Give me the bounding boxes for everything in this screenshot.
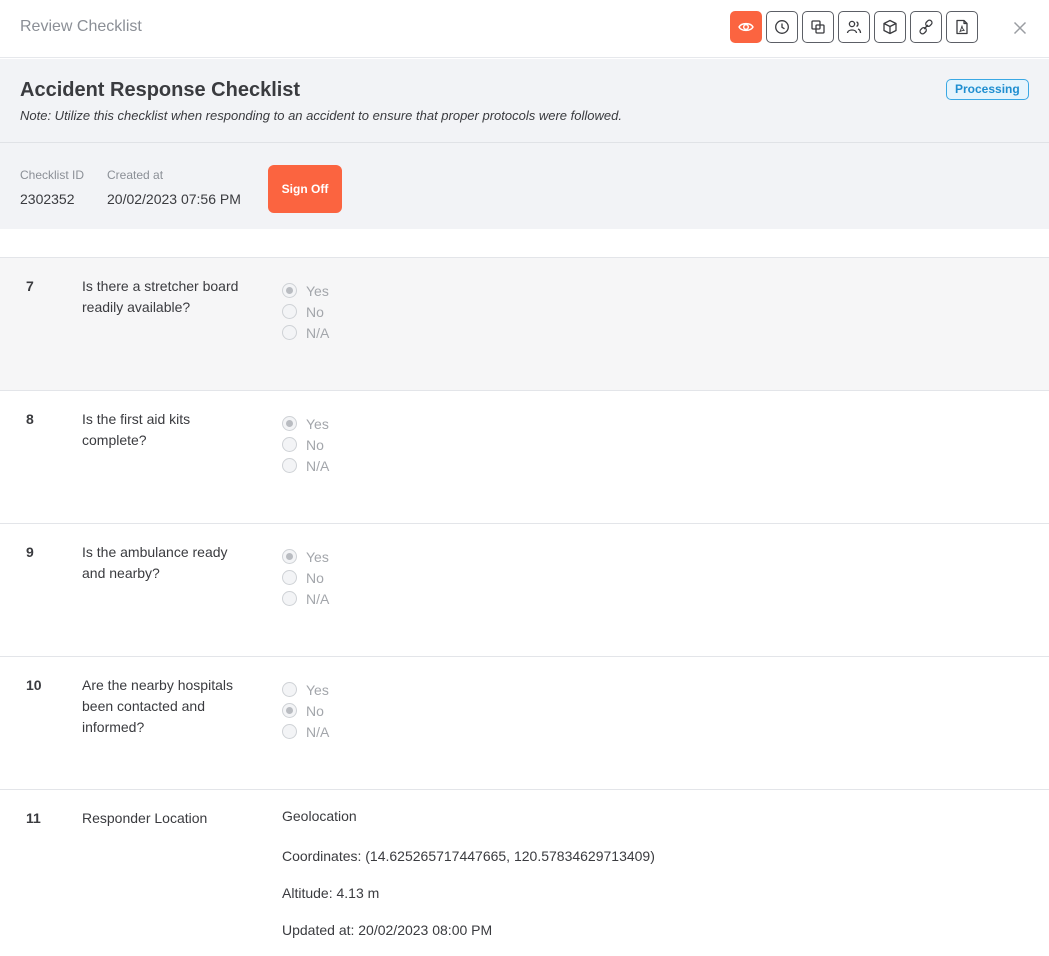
geolocation-heading: Geolocation [282, 808, 357, 824]
duplicate-button[interactable] [802, 11, 834, 43]
coordinates-value: Coordinates: (14.625265717447665, 120.57… [282, 848, 655, 864]
question-text: Is the first aid kits complete? [82, 411, 191, 448]
radio-button[interactable] [282, 325, 297, 340]
link-icon [919, 19, 933, 35]
box-icon [883, 19, 897, 35]
checklist-id-label: Checklist ID [20, 168, 85, 182]
created-at-value: 20/02/2023 07:56 PM [107, 191, 241, 207]
option-yes[interactable]: Yes [282, 413, 329, 434]
question-number: 8 [26, 411, 34, 427]
option-label: No [306, 436, 324, 453]
checklist-row: 9 Is the ambulance ready and nearby? Yes… [0, 523, 1049, 656]
option-no[interactable]: No [282, 301, 329, 322]
radio-button[interactable] [282, 437, 297, 452]
option-no[interactable]: No [282, 434, 329, 455]
eye-icon [738, 22, 754, 32]
option-na[interactable]: N/A [282, 455, 329, 476]
question-number: 7 [26, 278, 34, 294]
option-yes[interactable]: Yes [282, 679, 329, 700]
link-button[interactable] [910, 11, 942, 43]
checklist-row: 8 Is the first aid kits complete? Yes No… [0, 390, 1049, 523]
radio-button[interactable] [282, 416, 297, 431]
option-no[interactable]: No [282, 700, 329, 721]
checklist-note: Note: Utilize this checklist when respon… [20, 108, 622, 123]
radio-button[interactable] [282, 703, 297, 718]
location-row: 11 Responder Location Geolocation Coordi… [0, 789, 1049, 956]
question-number: 11 [26, 810, 41, 826]
close-button[interactable] [1008, 16, 1032, 40]
option-label: N/A [306, 457, 330, 474]
option-na[interactable]: N/A [282, 721, 329, 742]
question-text: Is the ambulance ready and nearby? [82, 544, 228, 581]
geolocation-block: Geolocation Coordinates: (14.62526571744… [282, 808, 655, 956]
view-button[interactable] [730, 11, 762, 43]
checklist-header: Accident Response Checklist Note: Utiliz… [0, 59, 1049, 143]
option-na[interactable]: N/A [282, 588, 329, 609]
option-label: Yes [306, 681, 329, 698]
top-bar: Review Checklist [0, 0, 1049, 58]
option-label: No [306, 702, 324, 719]
users-icon [846, 20, 862, 34]
sign-off-button[interactable]: Sign Off [268, 165, 342, 213]
export-pdf-button[interactable] [946, 11, 978, 43]
checklist-row: 10 Are the nearby hospitals been contact… [0, 656, 1049, 789]
option-label: N/A [306, 324, 330, 341]
radio-button[interactable] [282, 283, 297, 298]
radio-button[interactable] [282, 570, 297, 585]
radio-button[interactable] [282, 682, 297, 697]
radio-button[interactable] [282, 458, 297, 473]
assign-button[interactable] [838, 11, 870, 43]
question-text: Is there a stretcher board readily avail… [82, 278, 239, 315]
checklist-row: 7 Is there a stretcher board readily ava… [0, 257, 1049, 390]
package-button[interactable] [874, 11, 906, 43]
option-na[interactable]: N/A [282, 322, 329, 343]
status-badge: Processing [946, 79, 1029, 100]
answer-options: Yes No N/A [282, 679, 329, 742]
checklist-id-value: 2302352 [20, 191, 75, 207]
window-title: Review Checklist [20, 18, 142, 35]
close-icon [1013, 21, 1027, 35]
radio-button[interactable] [282, 549, 297, 564]
copy-icon [811, 20, 825, 34]
checklist-title: Accident Response Checklist [20, 79, 301, 101]
radio-button[interactable] [282, 724, 297, 739]
checklist-meta: Checklist ID 2302352 Created at 20/02/20… [0, 143, 1049, 229]
option-yes[interactable]: Yes [282, 546, 329, 567]
option-label: No [306, 303, 324, 320]
option-label: No [306, 569, 324, 586]
toolbar [730, 11, 978, 43]
question-number: 10 [26, 677, 42, 693]
option-label: N/A [306, 723, 330, 740]
question-text: Are the nearby hospitals been contacted … [82, 677, 233, 735]
radio-button[interactable] [282, 591, 297, 606]
radio-button[interactable] [282, 304, 297, 319]
option-no[interactable]: No [282, 567, 329, 588]
created-at-label: Created at [107, 168, 164, 182]
answer-options: Yes No N/A [282, 280, 329, 343]
history-icon [775, 20, 789, 34]
question-number: 9 [26, 544, 34, 560]
pdf-icon [956, 19, 968, 35]
answer-options: Yes No N/A [282, 413, 329, 476]
option-label: Yes [306, 548, 329, 565]
question-text: Responder Location [82, 810, 208, 826]
history-button[interactable] [766, 11, 798, 43]
option-label: Yes [306, 415, 329, 432]
answer-options: Yes No N/A [282, 546, 329, 609]
option-yes[interactable]: Yes [282, 280, 329, 301]
updated-at-value: Updated at: 20/02/2023 08:00 PM [282, 922, 493, 938]
option-label: Yes [306, 282, 329, 299]
altitude-value: Altitude: 4.13 m [282, 885, 380, 901]
option-label: N/A [306, 590, 330, 607]
